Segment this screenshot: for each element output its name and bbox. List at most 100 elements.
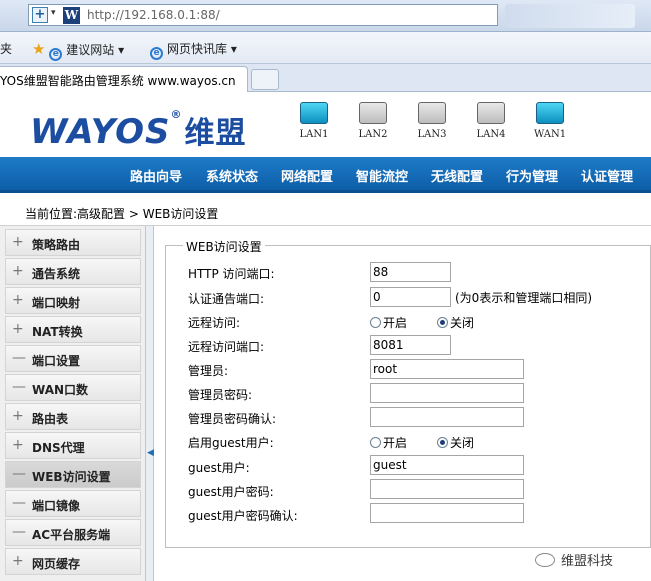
plus-icon[interactable]: + [32, 7, 48, 23]
admin-password-confirm-input[interactable] [370, 407, 524, 427]
expand-icon: + [12, 553, 24, 569]
sidebar-item-dns-proxy[interactable]: + DNS代理 [5, 432, 141, 459]
collapse-arrow-icon[interactable]: ◀ [147, 448, 154, 458]
auth-port-label: 认证通告端口: [188, 292, 265, 306]
breadcrumb: 当前位置:高级配置 > WEB访问设置 [0, 196, 651, 226]
guest-on-radio[interactable]: 开启 [370, 434, 407, 451]
sidebar-item-web-cache[interactable]: + 网页缓存 [5, 548, 141, 575]
ie-icon: e [150, 47, 163, 60]
sidebar-item-label: 端口映射 [32, 296, 81, 310]
nav-system-status[interactable]: 系统状态 [206, 166, 258, 185]
nav-auth-mgmt[interactable]: 认证管理 [581, 166, 633, 185]
sidebar-splitter[interactable]: ◀ [146, 226, 154, 581]
port-lan1-icon [300, 102, 328, 124]
fieldset-legend: WEB访问设置 [183, 238, 265, 255]
dash-icon: — [12, 524, 26, 540]
watermark-text: 维盟科技 [561, 554, 614, 569]
expand-icon: + [12, 437, 24, 453]
watermark: 维盟科技 [535, 550, 613, 569]
port-wan1: WAN1 [533, 102, 567, 140]
url-text[interactable]: http://192.168.0.1:88/ [87, 8, 220, 22]
nav-traffic-control[interactable]: 智能流控 [356, 166, 408, 185]
chevron-down-icon[interactable]: ▾ [51, 8, 56, 18]
guest-off-radio[interactable]: 关闭 [437, 434, 474, 451]
nav-behavior-mgmt[interactable]: 行为管理 [506, 166, 558, 185]
site-favicon-icon: W [63, 7, 80, 24]
http-port-label: HTTP 访问端口: [188, 267, 275, 281]
favorites-folder-label[interactable]: 夹 [0, 40, 12, 57]
sidebar-item-label: DNS代理 [32, 441, 85, 455]
nav-network-config[interactable]: 网络配置 [281, 166, 333, 185]
sidebar-item-label: 策略路由 [32, 238, 81, 252]
admin-password-label: 管理员密码: [188, 388, 253, 402]
sidebar-item-label: 通告系统 [32, 267, 81, 281]
http-port-input[interactable] [370, 262, 451, 282]
radio-label: 关闭 [450, 436, 475, 450]
sidebar-item-port-mirror[interactable]: — 端口镜像 [5, 490, 141, 517]
fav-suggested-sites[interactable]: ★ e 建议网站 ▾ [32, 40, 124, 61]
guest-enable-label: 启用guest用户: [188, 436, 274, 450]
sidebar-item-policy-routing[interactable]: + 策略路由 [5, 229, 141, 256]
breadcrumb-text: 当前位置:高级配置 > WEB访问设置 [25, 207, 219, 221]
tab-router-admin[interactable]: YOS维盟智能路由管理系统 www.wayos.cn [0, 66, 248, 92]
address-bar: + ▾ W http://192.168.0.1:88/ [0, 0, 651, 32]
sidebar: + 策略路由 + 通告系统 + 端口映射 + NAT转换 — 端口设置 — WA… [0, 226, 146, 581]
star-icon: ★ [32, 40, 46, 58]
auth-port-input[interactable] [370, 287, 451, 307]
auth-port-hint: (为0表示和管理端口相同) [455, 291, 592, 305]
dash-icon: — [12, 350, 26, 366]
remote-port-label: 远程访问端口: [188, 340, 265, 354]
fav-webslice-gallery[interactable]: e 网页快讯库 ▾ [150, 40, 237, 60]
admin-password-input[interactable] [370, 383, 524, 403]
guest-password-label: guest用户密码: [188, 485, 274, 499]
radio-label: 关闭 [450, 316, 475, 330]
port-lan4: LAN4 [474, 102, 508, 140]
sidebar-item-port-mapping[interactable]: + 端口映射 [5, 287, 141, 314]
expand-icon: + [12, 321, 24, 337]
radio-label: 开启 [383, 436, 408, 450]
sidebar-item-port-settings[interactable]: — 端口设置 [5, 345, 141, 372]
sidebar-item-label: 端口设置 [32, 354, 81, 368]
main-nav: 路由向导 系统状态 网络配置 智能流控 无线配置 行为管理 认证管理 [0, 157, 651, 193]
sidebar-item-route-table[interactable]: + 路由表 [5, 403, 141, 430]
new-tab-button[interactable] [251, 69, 279, 90]
dash-icon: — [12, 379, 26, 395]
guest-username-input[interactable] [370, 455, 524, 475]
admin-password-confirm-label: 管理员密码确认: [188, 412, 277, 426]
sidebar-item-nat[interactable]: + NAT转换 [5, 316, 141, 343]
guest-password-input[interactable] [370, 479, 524, 499]
remote-port-input[interactable] [370, 335, 451, 355]
sidebar-item-notice-system[interactable]: + 通告系统 [5, 258, 141, 285]
radio-checked-icon [437, 437, 448, 448]
ie-icon: e [49, 48, 63, 61]
wayos-logo: WAYOS®维盟 [30, 108, 247, 152]
toolbar-area [505, 4, 635, 28]
expand-icon: + [12, 408, 24, 424]
fav-suggested-label: 建议网站 ▾ [66, 43, 125, 57]
admin-username-input[interactable] [370, 359, 524, 379]
sidebar-item-label: NAT转换 [32, 325, 83, 339]
sidebar-item-label: 路由表 [32, 412, 69, 426]
port-lan3: LAN3 [415, 102, 449, 140]
radio-unchecked-icon [370, 317, 381, 328]
tab-bar: YOS维盟智能路由管理系统 www.wayos.cn [0, 64, 651, 92]
sidebar-item-label: 端口镜像 [32, 499, 81, 513]
port-lan2: LAN2 [356, 102, 390, 140]
sidebar-item-web-access[interactable]: — WEB访问设置 [5, 461, 141, 488]
remote-access-label: 远程访问: [188, 316, 241, 330]
sidebar-item-label: AC平台服务端 [32, 528, 111, 542]
remote-access-off-radio[interactable]: 关闭 [437, 314, 474, 331]
sidebar-item-label: WAN口数 [32, 383, 89, 397]
admin-label: 管理员: [188, 364, 229, 378]
nav-wireless-config[interactable]: 无线配置 [431, 166, 483, 185]
sidebar-item-wan-count[interactable]: — WAN口数 [5, 374, 141, 401]
expand-icon: + [12, 292, 24, 308]
remote-access-on-radio[interactable]: 开启 [370, 314, 407, 331]
url-box[interactable]: + ▾ W http://192.168.0.1:88/ [28, 4, 498, 26]
sidebar-item-ac-server[interactable]: — AC平台服务端 [5, 519, 141, 546]
favorites-bar: 夹 ★ e 建议网站 ▾ e 网页快讯库 ▾ [0, 32, 651, 64]
dash-icon: — [12, 466, 26, 482]
router-header: WAYOS®维盟 LAN1 LAN2 LAN3 LAN4 WAN1 [0, 92, 651, 157]
guest-password-confirm-input[interactable] [370, 503, 524, 523]
nav-router-wizard[interactable]: 路由向导 [130, 166, 182, 185]
